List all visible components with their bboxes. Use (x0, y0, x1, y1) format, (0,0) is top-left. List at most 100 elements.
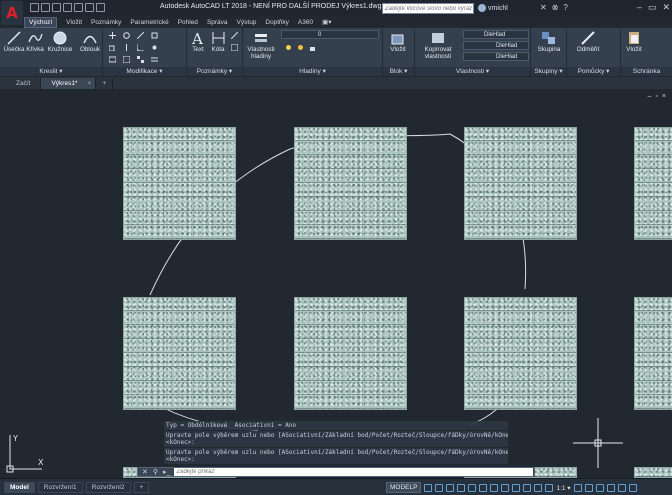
grid-icon[interactable] (424, 483, 433, 492)
object-snap-tracking-icon[interactable] (479, 483, 488, 492)
annotation-monitor-icon[interactable] (584, 483, 593, 492)
erase-icon[interactable] (151, 32, 158, 39)
close-command-line-icon[interactable]: ✕ (142, 468, 148, 476)
mirror-icon[interactable] (123, 44, 130, 51)
viewport-close-icon[interactable]: × (662, 93, 666, 100)
workspace-icon[interactable] (573, 483, 582, 492)
tab-poznamky[interactable]: Poznámky (91, 19, 121, 26)
add-layout-button[interactable]: + (133, 482, 150, 493)
array-item[interactable] (634, 467, 672, 478)
offset-icon[interactable] (151, 56, 158, 63)
print-icon[interactable] (74, 3, 83, 12)
panel-label-vlastnosti[interactable]: Vlastnosti ▾ (415, 67, 530, 76)
redo-icon[interactable] (96, 3, 105, 12)
isolate-objects-icon[interactable] (606, 483, 615, 492)
layer-dropdown[interactable]: 0 (281, 30, 379, 39)
user-account[interactable]: vmichl (478, 4, 508, 12)
move-icon[interactable] (109, 32, 116, 39)
viewport-restore-icon[interactable]: ▫ (655, 93, 657, 100)
panel-label-modifikace[interactable]: Modifikace ▾ (103, 67, 186, 76)
customize-icon[interactable]: ⚲ (153, 468, 158, 476)
auto-scale-icon[interactable] (545, 483, 554, 492)
snap-icon[interactable] (435, 483, 444, 492)
ortho-icon[interactable] (446, 483, 455, 492)
search-box[interactable] (382, 3, 474, 14)
array-icon[interactable] (137, 56, 144, 63)
command-input[interactable] (174, 468, 533, 476)
array-item[interactable] (634, 127, 672, 240)
exchange-icon[interactable]: ✕ (540, 3, 547, 12)
tab-pohled[interactable]: Pohled (178, 19, 198, 26)
tab-vystup[interactable]: Výstup (237, 19, 257, 26)
copy-icon[interactable] (109, 44, 116, 51)
panel-label-blok[interactable]: Blok ▾ (383, 67, 414, 76)
search-input[interactable] (385, 4, 473, 13)
stay-connected-icon[interactable]: ⊗ (552, 3, 559, 12)
object-snap-icon[interactable] (490, 483, 499, 492)
tab-layout2[interactable]: Rozvržení2 (85, 482, 131, 493)
tab-doplnky[interactable]: Doplňky (265, 19, 288, 26)
linetype-dropdown[interactable]: DleHlad (463, 41, 529, 50)
transparency-icon[interactable] (512, 483, 521, 492)
panel-label-poznamky[interactable]: Poznámky ▾ (187, 67, 242, 76)
insert-block-button[interactable]: Vložit (386, 30, 410, 54)
table-icon[interactable] (231, 44, 238, 51)
explode-icon[interactable] (151, 44, 158, 51)
fillet-icon[interactable] (137, 44, 144, 51)
application-menu-button[interactable]: A (1, 1, 23, 25)
polar-icon[interactable] (457, 483, 466, 492)
array-item[interactable] (123, 297, 236, 410)
units-icon[interactable] (595, 483, 604, 492)
layer-freeze-icon[interactable] (297, 44, 304, 51)
tab-close-icon[interactable]: × (88, 78, 92, 89)
panel-label-hladiny[interactable]: Hladiny ▾ (243, 67, 382, 76)
minimize-icon[interactable]: – (637, 2, 642, 13)
clean-screen-icon[interactable] (617, 483, 626, 492)
arc-tool-button[interactable]: Oblouk (78, 30, 102, 54)
leader-icon[interactable] (231, 32, 238, 39)
tab-drawing[interactable]: Výkres1* × (41, 78, 97, 89)
tab-start[interactable]: Začít (6, 78, 42, 89)
drawing-area[interactable]: – ▫ × Typ = Obdélníkové Asociativní = An… (0, 89, 672, 478)
trim-icon[interactable] (137, 32, 144, 39)
line-tool-button[interactable]: Úsečka (2, 30, 26, 54)
panel-label-pomucky[interactable]: Pomůcky ▾ (567, 67, 620, 76)
array-item[interactable] (294, 127, 407, 240)
recent-commands-icon[interactable]: ▸_ (163, 468, 170, 476)
help-icon[interactable]: ? (563, 3, 567, 12)
undo-icon[interactable] (85, 3, 94, 12)
tab-sprava[interactable]: Správa (207, 19, 228, 26)
group-button[interactable]: Skupina (534, 30, 564, 54)
viewport-minimize-icon[interactable]: – (648, 93, 652, 100)
color-dropdown[interactable]: DleHlad (463, 30, 529, 39)
panel-label-kreslit[interactable]: Kreslit ▾ (0, 67, 102, 76)
tab-parametricke[interactable]: Parametrické (130, 19, 168, 26)
tab-model[interactable]: Model (4, 482, 35, 493)
stretch-icon[interactable] (109, 56, 116, 63)
polyline-tool-button[interactable]: Křivka (24, 30, 46, 54)
save-icon[interactable] (52, 3, 61, 12)
lineweight-icon[interactable] (501, 483, 510, 492)
isodraft-icon[interactable] (468, 483, 477, 492)
new-file-icon[interactable] (30, 3, 39, 12)
lineweight-dropdown[interactable]: DleHlad (463, 52, 529, 61)
array-item[interactable] (123, 127, 236, 240)
layer-on-icon[interactable] (285, 44, 292, 51)
maximize-icon[interactable]: ▭ (648, 2, 657, 13)
array-item[interactable] (464, 297, 577, 410)
dimension-tool-button[interactable]: Kóta (209, 30, 227, 54)
measure-button[interactable]: Odměřit (573, 30, 603, 54)
text-tool-button[interactable]: A Text (189, 30, 207, 54)
customization-icon[interactable] (628, 483, 637, 492)
array-item[interactable] (634, 297, 672, 410)
close-icon[interactable]: ✕ (662, 2, 670, 13)
selection-cycling-icon[interactable] (523, 483, 532, 492)
tab-layout1[interactable]: Rozvržení1 (37, 482, 83, 493)
tab-vlozit[interactable]: Vložit (66, 19, 82, 26)
match-properties-button[interactable]: Kopírovat vlastnosti (419, 30, 457, 60)
layer-properties-button[interactable]: Vlastnosti hladiny (245, 30, 277, 60)
circle-tool-button[interactable]: Kružnice (47, 30, 73, 54)
new-tab-button[interactable]: + (96, 78, 114, 89)
save-as-icon[interactable] (63, 3, 72, 12)
paste-button[interactable]: Vložit (623, 30, 645, 54)
